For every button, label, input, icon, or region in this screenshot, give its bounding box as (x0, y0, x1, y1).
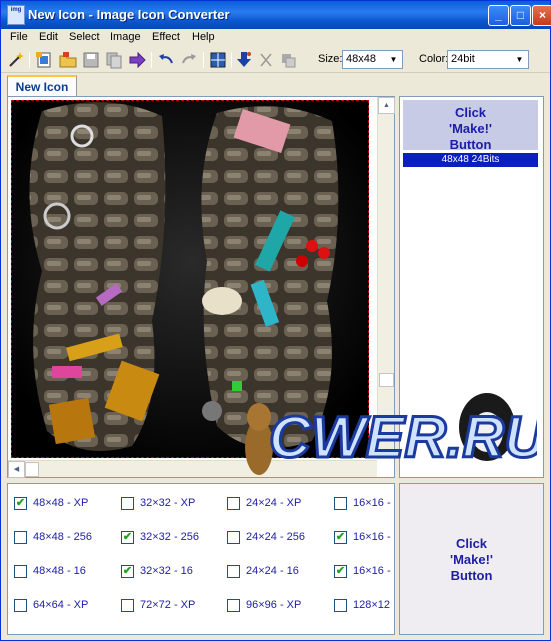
checkbox[interactable]: ✔ (334, 565, 347, 578)
color-value: 24bit (451, 53, 475, 65)
minimize-button[interactable]: _ (488, 5, 509, 26)
undo-icon[interactable] (157, 51, 175, 69)
checkbox[interactable] (14, 531, 27, 544)
make-hint-line: Button (449, 137, 492, 152)
menu-effect[interactable]: Effect (150, 30, 182, 44)
redo-icon[interactable] (180, 51, 198, 69)
selected-format[interactable]: 48x48 24Bits (403, 153, 538, 167)
title-bar[interactable]: img New Icon - Image Icon Converter _ □ … (1, 1, 551, 29)
size-value: 48x48 (346, 53, 376, 65)
grid-icon[interactable] (209, 51, 227, 69)
checkbox[interactable] (334, 497, 347, 510)
menu-help[interactable]: Help (190, 30, 217, 44)
chevron-down-icon[interactable]: ▼ (387, 53, 400, 66)
menu-edit[interactable]: Edit (37, 30, 60, 44)
window-title: New Icon - Image Icon Converter (28, 7, 230, 22)
export-arrow-icon[interactable] (128, 51, 146, 69)
checkbox[interactable]: ✔ (121, 565, 134, 578)
chevron-down-icon[interactable]: ▼ (513, 53, 526, 66)
make-hint: Click 'Make!' Button (403, 100, 538, 152)
scroll-left-icon[interactable]: ◀ (8, 461, 25, 478)
menu-file[interactable]: File (8, 30, 30, 44)
tab-strip: New Icon (1, 73, 550, 97)
scroll-thumb[interactable] (25, 462, 39, 477)
checkbox[interactable]: ✔ (334, 531, 347, 544)
app-window: img New Icon - Image Icon Converter _ □ … (0, 0, 551, 641)
make-button-line: Button (450, 568, 493, 583)
checkbox[interactable] (227, 599, 240, 612)
color-label: Color: (419, 53, 449, 65)
cut-icon[interactable] (257, 51, 275, 69)
svg-text:CWER.RU: CWER.RU (269, 405, 537, 470)
color-select[interactable]: 24bit ▼ (447, 50, 529, 69)
open-folder-icon[interactable] (59, 51, 77, 69)
toolbar: Size: 48x48 ▼ Color: 24bit ▼ (1, 47, 550, 73)
watermark-logo: CWER.RU (245, 393, 537, 475)
checkbox[interactable] (14, 599, 27, 612)
checkbox[interactable] (227, 565, 240, 578)
checkbox[interactable]: ✔ (121, 531, 134, 544)
menu-image[interactable]: Image (108, 30, 143, 44)
app-icon[interactable]: img (7, 5, 25, 25)
checkbox[interactable] (227, 497, 240, 510)
make-button-line: Click (455, 536, 488, 551)
tab-new-icon[interactable]: New Icon (7, 75, 77, 97)
save-icon[interactable] (82, 51, 100, 69)
maximize-button[interactable]: □ (510, 5, 531, 26)
size-label: Size: (318, 53, 343, 65)
new-file-icon[interactable] (35, 51, 53, 69)
checkbox[interactable] (14, 565, 27, 578)
menu-bar: File Edit Select Image Effect Help (1, 29, 550, 47)
make-button[interactable]: Click 'Make!' Button (399, 483, 544, 635)
size-select[interactable]: 48x48 ▼ (342, 50, 403, 69)
make-button-line: 'Make!' (449, 552, 494, 567)
icon-sizes-panel: ✔ 48×48 - XP 32×32 - XP 24×24 - XP 16×16 … (7, 483, 395, 635)
copy-icon[interactable] (105, 51, 123, 69)
close-button[interactable]: × (532, 5, 551, 26)
checkbox[interactable] (121, 599, 134, 612)
make-hint-line: Click (454, 105, 487, 120)
magic-wand-icon[interactable] (7, 51, 25, 69)
make-hint-line: 'Make!' (448, 121, 493, 136)
import-icon[interactable] (235, 51, 253, 69)
paste-icon[interactable] (279, 51, 297, 69)
checkbox[interactable] (227, 531, 240, 544)
checkbox[interactable] (121, 497, 134, 510)
scroll-up-icon[interactable]: ▲ (378, 97, 395, 114)
checkbox[interactable]: ✔ (14, 497, 27, 510)
checkbox[interactable] (334, 599, 347, 612)
menu-select[interactable]: Select (67, 30, 102, 44)
